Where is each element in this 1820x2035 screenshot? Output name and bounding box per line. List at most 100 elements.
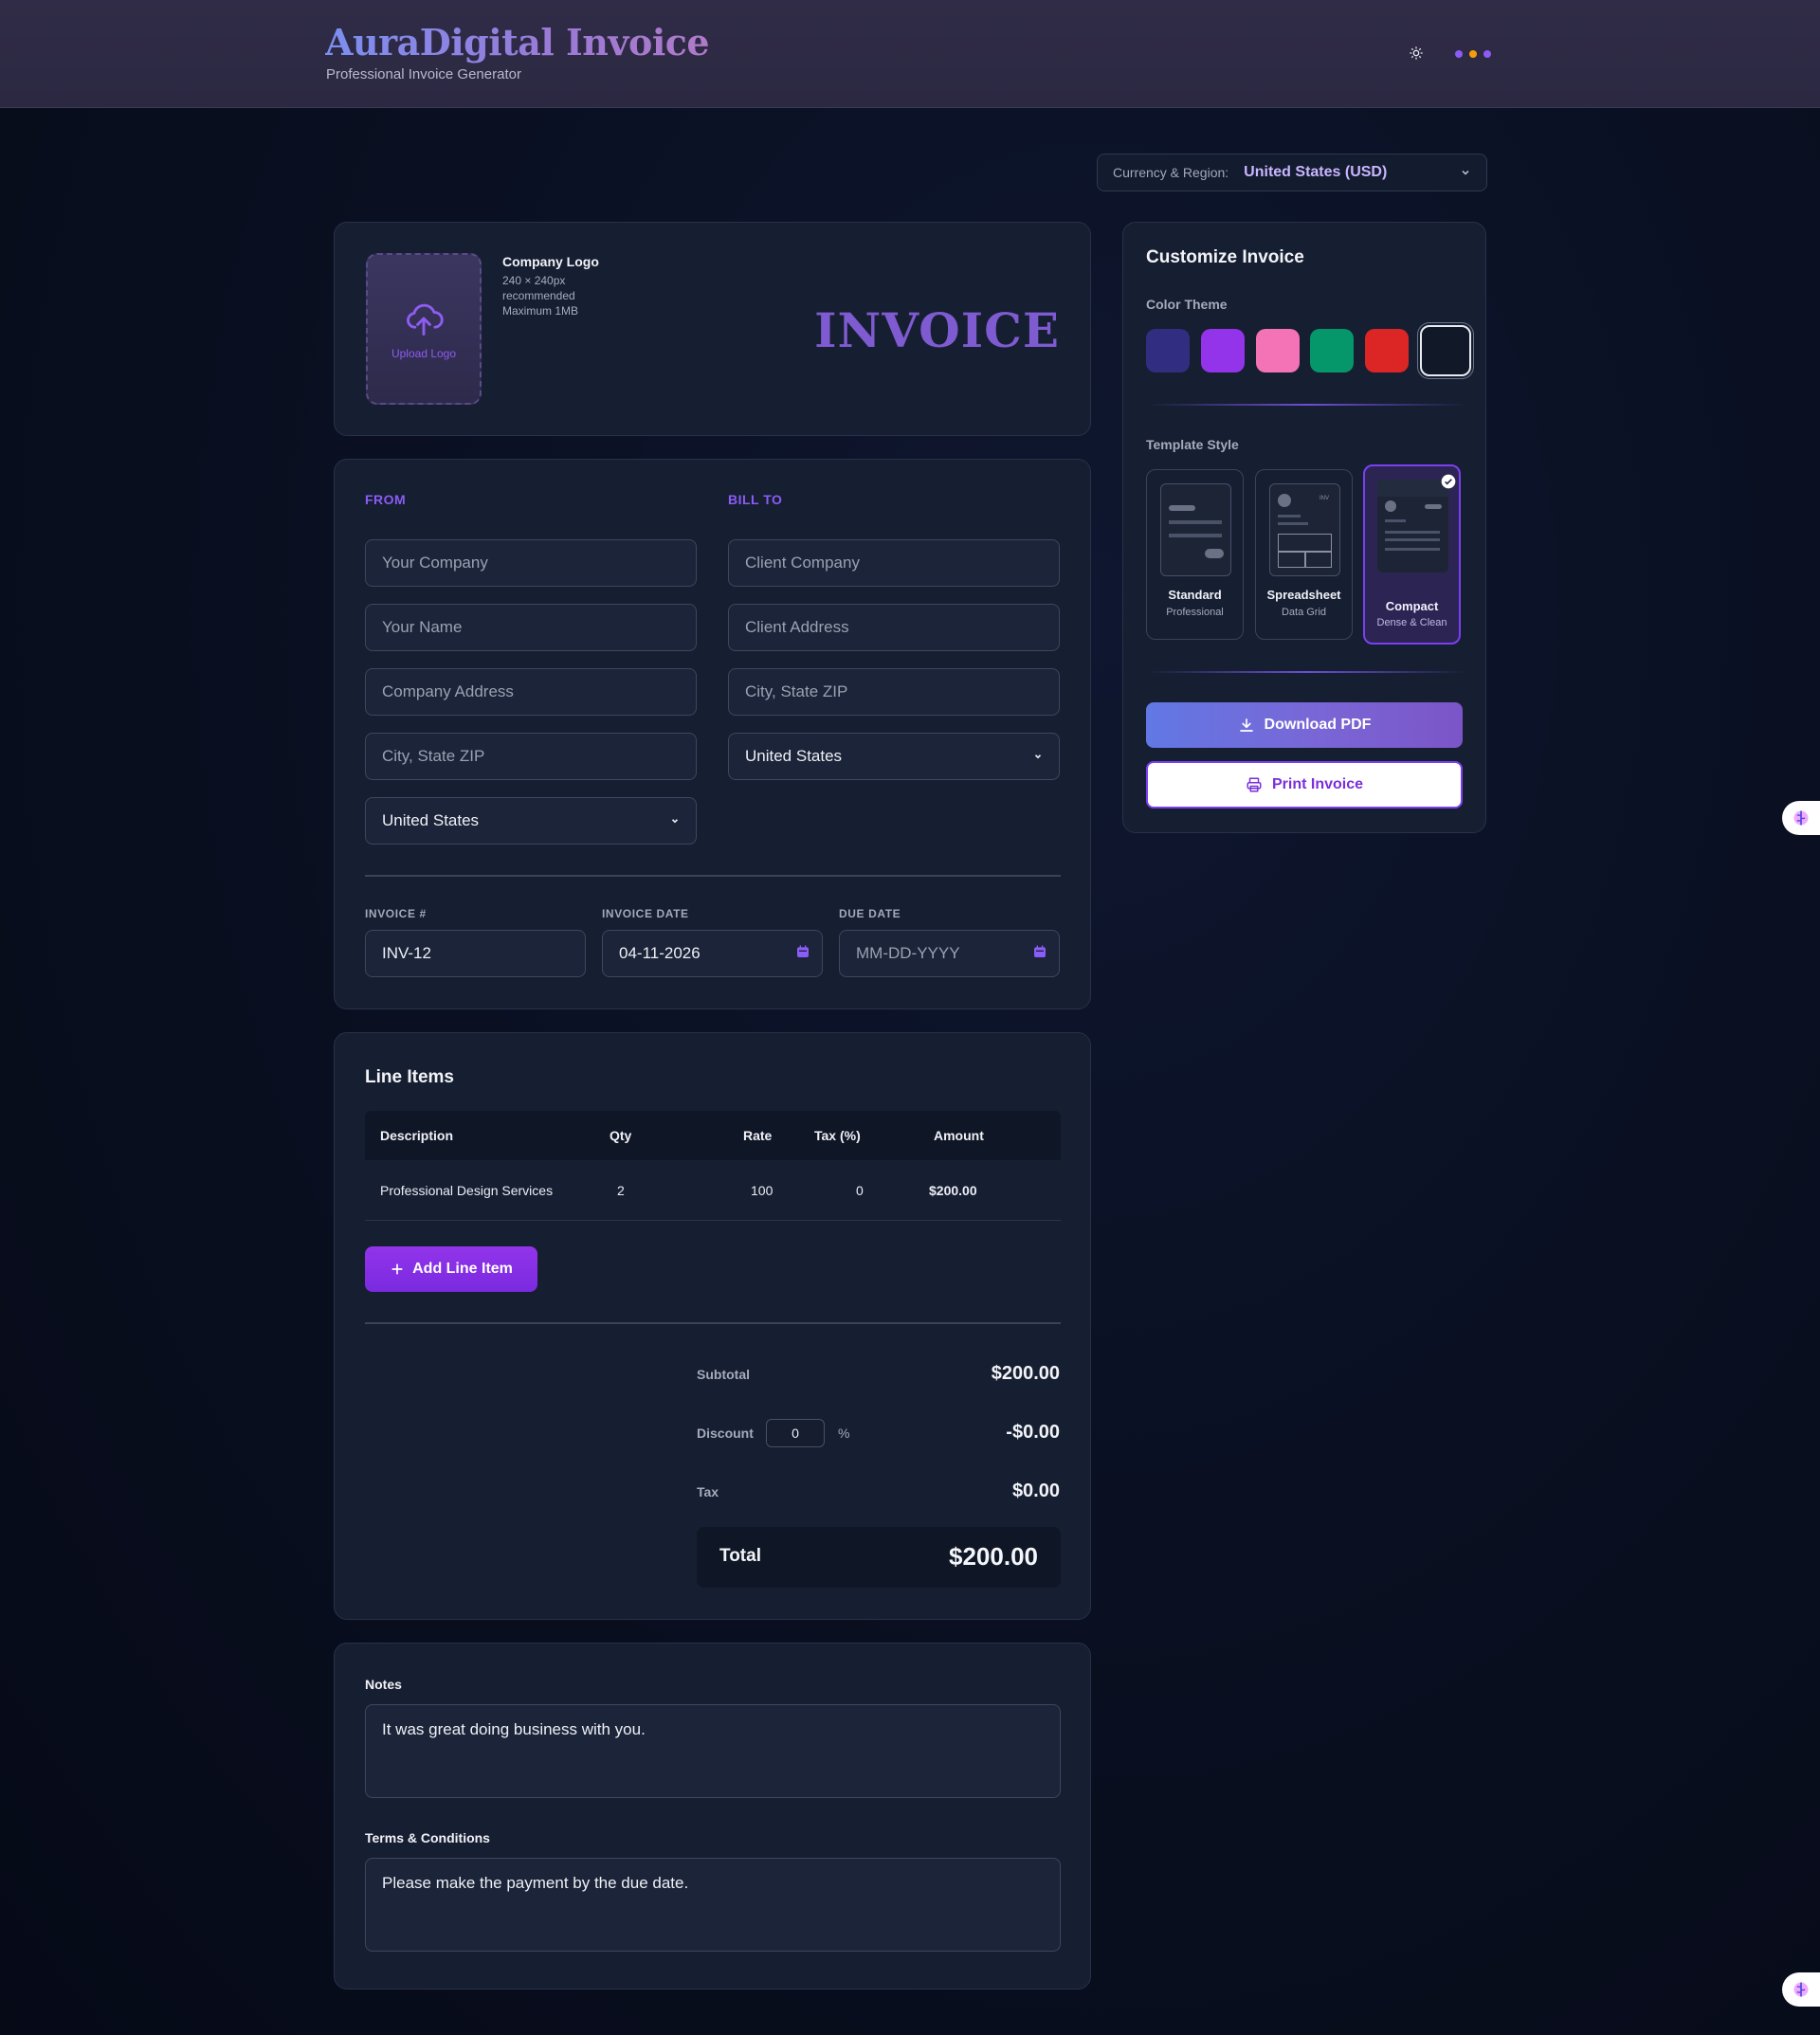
item-tax-input[interactable]: 0 (856, 1183, 864, 1198)
due-date-placeholder: MM-DD-YYYY (856, 944, 960, 962)
table-header: Description Qty Rate Tax (%) Amount (365, 1111, 1061, 1160)
customize-title: Customize Invoice (1146, 247, 1304, 267)
terms-textarea[interactable]: Please make the payment by the due date. (365, 1858, 1061, 1952)
template-name: Standard (1168, 588, 1222, 602)
logo-card: Upload Logo Company Logo 240 × 240px rec… (334, 222, 1091, 436)
template-thumbnail (1377, 480, 1448, 572)
logo-info-max: Maximum 1MB (502, 304, 579, 318)
floating-assistant-button[interactable] (1782, 801, 1820, 835)
calendar-icon[interactable] (1032, 944, 1047, 959)
currency-value: United States (USD) (1244, 164, 1388, 180)
section-divider (365, 1322, 1061, 1324)
from-label: FROM (365, 492, 407, 507)
dot (1469, 50, 1477, 58)
chevron-down-icon (1462, 170, 1469, 175)
column-header: Rate (743, 1128, 773, 1143)
bill-to-label: BILL TO (728, 492, 783, 507)
brand-title: AuraDigital Invoice (325, 21, 710, 64)
invoice-date-input[interactable]: 04-11-2026 (602, 930, 823, 977)
template-thumbnail: INV (1269, 483, 1340, 576)
client-company-input[interactable]: Client Company (728, 539, 1060, 587)
invoice-number-label: INVOICE # (365, 907, 427, 920)
discount-label: Discount (697, 1426, 754, 1441)
download-pdf-label: Download PDF (1264, 717, 1372, 733)
color-swatch[interactable] (1365, 329, 1409, 372)
total-label: Total (719, 1546, 761, 1566)
add-line-item-button[interactable]: Add Line Item (365, 1246, 537, 1292)
add-line-item-label: Add Line Item (412, 1261, 513, 1277)
upload-logo-label: Upload Logo (391, 347, 457, 360)
client-country-select[interactable]: United States (728, 733, 1060, 780)
color-swatch-selected[interactable] (1420, 325, 1471, 376)
template-standard[interactable]: Standard Professional (1146, 469, 1244, 640)
from-name-input[interactable]: Your Name (365, 604, 697, 651)
client-country-value: United States (745, 747, 843, 765)
download-pdf-button[interactable]: Download PDF (1146, 702, 1463, 748)
upload-logo-button[interactable]: Upload Logo (366, 253, 482, 405)
chevron-down-icon (671, 819, 679, 824)
due-date-label: DUE DATE (839, 907, 901, 920)
discount-input[interactable]: 0 (766, 1419, 825, 1447)
terms-label: Terms & Conditions (365, 1830, 490, 1845)
template-desc: Data Grid (1281, 607, 1327, 618)
item-description-input[interactable]: Professional Design Services (380, 1183, 553, 1198)
item-rate-input[interactable]: 100 (751, 1183, 773, 1198)
column-header: Amount (934, 1128, 984, 1143)
chevron-down-icon (1034, 754, 1042, 759)
total-value: $200.00 (949, 1542, 1038, 1571)
logo-info-recommended: recommended (502, 289, 575, 302)
template-spreadsheet[interactable]: INV Spreadsheet Data Grid (1255, 469, 1353, 640)
template-name: Compact (1385, 599, 1439, 613)
from-country-select[interactable]: United States (365, 797, 697, 845)
column-header: Qty (610, 1128, 632, 1143)
brand-subtitle: Professional Invoice Generator (326, 66, 521, 82)
brain-icon (1793, 810, 1809, 826)
printer-icon (1247, 777, 1262, 792)
table-row: Professional Design Services 2 100 0 $20… (365, 1160, 1061, 1221)
template-thumbnail (1160, 483, 1231, 576)
color-swatch[interactable] (1146, 329, 1190, 372)
color-swatch[interactable] (1310, 329, 1354, 372)
calendar-icon[interactable] (795, 944, 810, 959)
dot (1483, 50, 1491, 58)
app-header: AuraDigital Invoice Professional Invoice… (0, 0, 1820, 108)
from-company-input[interactable]: Your Company (365, 539, 697, 587)
sun-icon (1410, 46, 1423, 60)
item-amount: $200.00 (929, 1182, 977, 1198)
invoice-date-value: 04-11-2026 (619, 944, 701, 962)
notes-card: Notes It was great doing business with y… (334, 1643, 1091, 1990)
section-divider (365, 875, 1061, 877)
client-city-input[interactable]: City, State ZIP (728, 668, 1060, 716)
template-desc: Dense & Clean (1376, 617, 1447, 628)
print-invoice-button[interactable]: Print Invoice (1146, 761, 1463, 809)
currency-region-select[interactable]: Currency & Region: United States (USD) (1097, 154, 1487, 191)
logo-info-size: 240 × 240px (502, 274, 566, 287)
notes-textarea[interactable]: It was great doing business with you. (365, 1704, 1061, 1798)
cloud-upload-icon (407, 303, 444, 336)
column-header: Description (380, 1128, 454, 1143)
floating-assistant-button[interactable] (1782, 1972, 1820, 2007)
due-date-input[interactable]: MM-DD-YYYY (839, 930, 1060, 977)
logo-info: Company Logo 240 × 240px recommended Max… (502, 254, 599, 318)
check-circle-icon (1441, 474, 1456, 489)
item-qty-input[interactable]: 2 (617, 1183, 625, 1198)
color-swatch[interactable] (1256, 329, 1300, 372)
color-swatch[interactable] (1201, 329, 1245, 372)
subtotal-label: Subtotal (697, 1367, 750, 1382)
brain-icon (1793, 1982, 1809, 1997)
logo-info-title: Company Logo (502, 254, 599, 269)
from-city-input[interactable]: City, State ZIP (365, 733, 697, 780)
from-address-input[interactable]: Company Address (365, 668, 697, 716)
theme-toggle-button[interactable] (1406, 43, 1427, 64)
template-style-label: Template Style (1146, 437, 1239, 452)
template-compact-selected[interactable]: Compact Dense & Clean (1363, 464, 1461, 645)
print-invoice-label: Print Invoice (1271, 776, 1364, 792)
client-address-input[interactable]: Client Address (728, 604, 1060, 651)
invoice-number-input[interactable]: INV-12 (365, 930, 586, 977)
dot (1455, 50, 1463, 58)
invoice-heading: INVOICE (814, 302, 1060, 358)
parties-card: FROM BILL TO Your Company Your Name Comp… (334, 459, 1091, 1009)
download-icon (1239, 718, 1253, 732)
tax-label: Tax (697, 1484, 719, 1499)
plus-icon (391, 1263, 403, 1275)
